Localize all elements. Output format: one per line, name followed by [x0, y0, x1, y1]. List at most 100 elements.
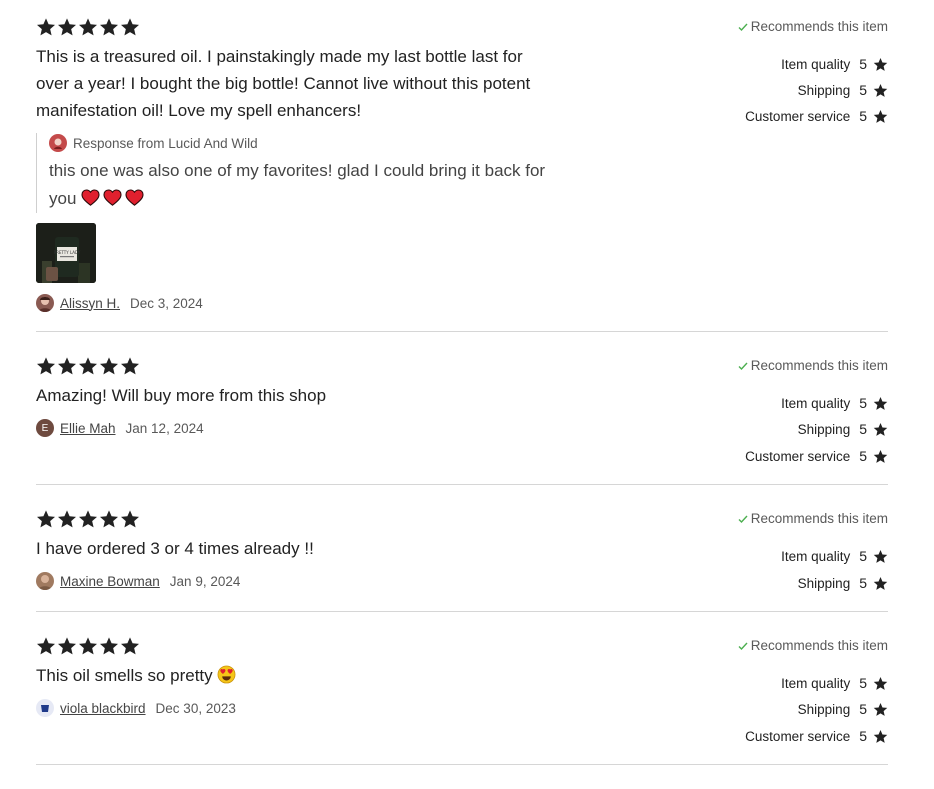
star-icon	[99, 17, 119, 37]
heart-icon	[103, 189, 122, 206]
star-icon	[120, 17, 140, 37]
rating-customer-service: Customer service 5	[745, 728, 888, 744]
review-text: This is a treasured oil. I painstakingly…	[36, 47, 531, 120]
review-text: I have ordered 3 or 4 times already !!	[36, 539, 314, 558]
photo-label: PRETTY LADY	[54, 250, 81, 255]
rating-label: Customer service	[745, 448, 851, 464]
rating-label: Customer service	[745, 108, 851, 124]
star-icon	[57, 17, 77, 37]
reviewer-info: Maxine Bowman Jan 9, 2024	[36, 572, 240, 590]
star-icon	[873, 422, 888, 437]
rating-customer-service: Customer service 5	[745, 448, 888, 464]
star-icon	[873, 109, 888, 124]
reviewer-info: E Ellie Mah Jan 12, 2024	[36, 419, 204, 437]
recommends-label: Recommends this item	[750, 19, 888, 34]
star-icon	[99, 509, 119, 529]
star-icon	[99, 356, 119, 376]
rating-item-quality: Item quality 5	[781, 56, 888, 72]
rating-label: Item quality	[781, 395, 851, 411]
star-icon	[873, 702, 888, 717]
shop-response: Response from Lucid And Wild this one wa…	[36, 133, 569, 213]
avatar	[36, 572, 54, 590]
star-icon	[78, 17, 98, 37]
rating-value: 5	[859, 108, 867, 124]
star-rating	[36, 17, 140, 37]
recommends-badge: Recommends this item	[738, 638, 888, 653]
rating-shipping: Shipping 5	[798, 421, 888, 437]
rating-shipping: Shipping 5	[798, 701, 888, 717]
review-photo[interactable]: PRETTY LADY	[36, 223, 96, 283]
review-date: Dec 3, 2024	[130, 295, 203, 311]
rating-value: 5	[859, 448, 867, 464]
rating-value: 5	[859, 548, 867, 564]
rating-value: 5	[859, 675, 867, 691]
review-date: Dec 30, 2023	[155, 700, 236, 716]
review-card: This is a treasured oil. I painstakingly…	[36, 0, 888, 332]
rating-value: 5	[859, 421, 867, 437]
rating-label: Item quality	[781, 56, 851, 72]
response-text: this one was also one of my favorites! g…	[49, 157, 569, 213]
rating-item-quality: Item quality 5	[781, 548, 888, 564]
rating-label: Item quality	[781, 548, 851, 564]
review-date: Jan 9, 2024	[169, 573, 241, 589]
rating-value: 5	[859, 701, 867, 717]
star-icon	[873, 576, 888, 591]
rating-label: Item quality	[781, 675, 851, 691]
review-text: This oil smells so pretty	[36, 662, 556, 689]
rating-label: Shipping	[797, 82, 851, 98]
star-icon	[57, 356, 77, 376]
check-icon	[738, 641, 748, 651]
avatar	[36, 699, 54, 717]
rating-customer-service: Customer service 5	[745, 108, 888, 124]
avatar-initial: E	[41, 422, 49, 434]
rating-value: 5	[859, 728, 867, 744]
star-icon	[78, 636, 98, 656]
response-body: this one was also one of my favorites! g…	[49, 161, 546, 208]
recommends-label: Recommends this item	[750, 358, 888, 373]
rating-value: 5	[859, 82, 867, 98]
star-icon	[873, 676, 888, 691]
heart-eyes-emoji-icon	[217, 665, 236, 684]
check-icon	[738, 22, 748, 32]
review-date: Jan 12, 2024	[125, 420, 204, 436]
rating-shipping: Shipping 5	[798, 82, 888, 98]
reviewer-name-link[interactable]: Maxine Bowman	[60, 574, 160, 589]
star-icon	[78, 356, 98, 376]
rating-label: Shipping	[797, 701, 851, 717]
star-icon	[57, 636, 77, 656]
check-icon	[738, 361, 748, 371]
avatar	[36, 294, 54, 312]
star-icon	[873, 729, 888, 744]
star-rating	[36, 509, 140, 529]
reviewer-name-link[interactable]: Ellie Mah	[60, 421, 116, 436]
recommends-label: Recommends this item	[750, 638, 888, 653]
recommends-badge: Recommends this item	[738, 19, 888, 34]
heart-icon	[125, 189, 144, 206]
review-card: This oil smells so pretty viola blackbir…	[36, 612, 888, 765]
reviewer-info: viola blackbird Dec 30, 2023	[36, 699, 236, 717]
rating-label: Shipping	[797, 421, 851, 437]
reviewer-info: Alissyn H. Dec 3, 2024	[36, 294, 203, 312]
star-icon	[78, 509, 98, 529]
star-icon	[36, 636, 56, 656]
star-icon	[120, 356, 140, 376]
recommends-label: Recommends this item	[750, 511, 888, 526]
reviewer-name-link[interactable]: Alissyn H.	[60, 296, 120, 311]
review-card: Amazing! Will buy more from this shop E …	[36, 332, 888, 485]
review-text: Amazing! Will buy more from this shop	[36, 386, 327, 405]
recommends-badge: Recommends this item	[738, 511, 888, 526]
star-icon	[873, 549, 888, 564]
star-icon	[99, 636, 119, 656]
rating-value: 5	[859, 575, 867, 591]
star-icon	[873, 449, 888, 464]
check-icon	[738, 514, 748, 524]
avatar: E	[36, 419, 54, 437]
rating-label: Customer service	[745, 728, 851, 744]
star-icon	[873, 57, 888, 72]
star-icon	[36, 509, 56, 529]
rating-value: 5	[859, 395, 867, 411]
rating-item-quality: Item quality 5	[781, 675, 888, 691]
rating-value: 5	[859, 56, 867, 72]
reviewer-name-link[interactable]: viola blackbird	[60, 701, 146, 716]
star-rating	[36, 636, 140, 656]
